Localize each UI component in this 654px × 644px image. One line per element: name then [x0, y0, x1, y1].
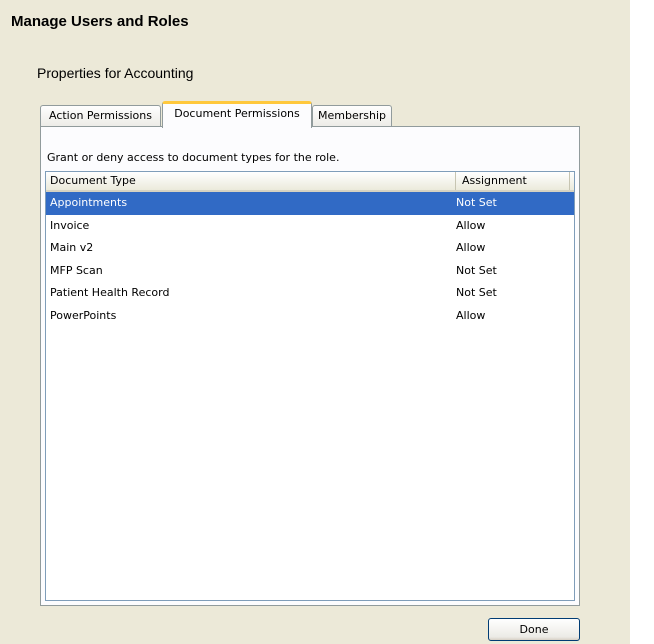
row-document-type: Appointments	[50, 196, 128, 209]
row-assignment: Allow	[456, 218, 486, 232]
instruction-text: Grant or deny access to document types f…	[47, 151, 340, 164]
properties-subtitle: Properties for Accounting	[37, 65, 194, 81]
table-row[interactable]: Patient Health Record Not Set	[46, 282, 574, 305]
list-rows: Appointments Not Set Invoice Allow Main …	[46, 192, 574, 328]
document-permissions-tab-panel: Grant or deny access to document types f…	[40, 126, 580, 606]
row-assignment: Allow	[456, 308, 486, 322]
row-document-type: Invoice	[50, 218, 90, 232]
column-header-document-type[interactable]: Document Type	[46, 172, 456, 190]
row-assignment: Allow	[456, 241, 486, 255]
table-row[interactable]: MFP Scan Not Set	[46, 260, 574, 283]
done-button[interactable]: Done	[488, 618, 580, 641]
manage-users-roles-panel: Manage Users and Roles Properties for Ac…	[0, 0, 630, 644]
tab-action-permissions[interactable]: Action Permissions	[40, 105, 161, 127]
tab-bar: Action Permissions Document Permissions …	[40, 101, 400, 128]
table-row[interactable]: Main v2 Allow	[46, 237, 574, 260]
tab-document-permissions[interactable]: Document Permissions	[162, 101, 312, 128]
row-document-type: PowerPoints	[50, 308, 117, 322]
document-type-list[interactable]: Document Type Assignment Appointments No…	[45, 171, 575, 601]
row-assignment: Not Set	[456, 286, 497, 300]
row-document-type: MFP Scan	[50, 263, 103, 277]
row-assignment: Not Set	[456, 196, 497, 209]
row-assignment: Not Set	[456, 263, 497, 277]
tab-membership[interactable]: Membership	[312, 105, 392, 127]
list-header: Document Type Assignment	[46, 172, 574, 192]
page-title: Manage Users and Roles	[11, 13, 189, 30]
table-row[interactable]: Invoice Allow	[46, 215, 574, 238]
row-document-type: Main v2	[50, 241, 94, 255]
table-row[interactable]: Appointments Not Set	[46, 192, 574, 215]
row-document-type: Patient Health Record	[50, 286, 170, 300]
table-row[interactable]: PowerPoints Allow	[46, 305, 574, 328]
column-header-assignment[interactable]: Assignment	[456, 172, 570, 190]
